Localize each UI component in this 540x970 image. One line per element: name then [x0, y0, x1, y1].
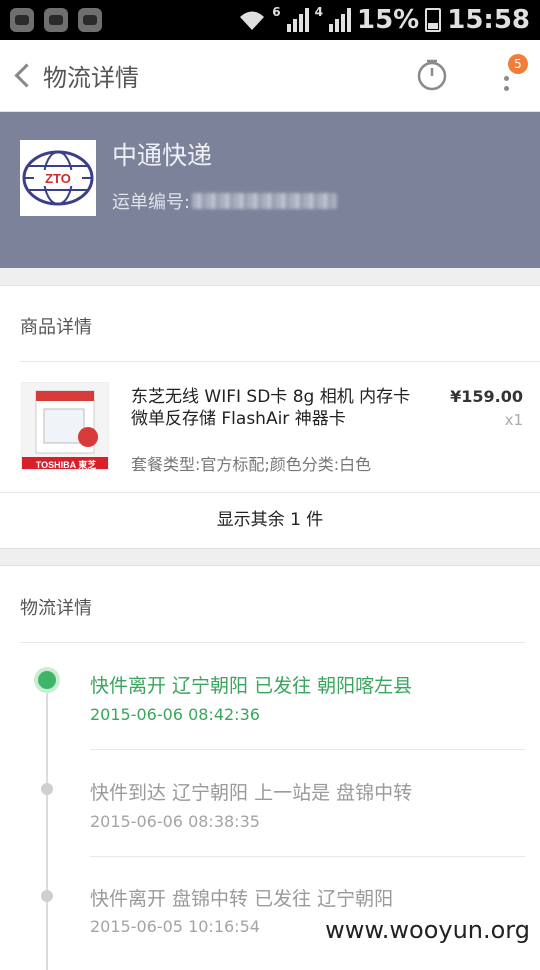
divider — [90, 749, 525, 750]
notification-icons — [10, 8, 102, 32]
thumb-brand: TOSHIBA 東芝 — [36, 459, 97, 470]
product-name[interactable]: 东芝无线 WIFI SD卡 8g 相机 内存卡 微单反存储 FlashAir 神… — [131, 386, 411, 430]
show-more-items-button[interactable]: 显示其余 1 件 — [0, 493, 540, 547]
courier-logo: ZTO — [20, 140, 96, 216]
timeline-dot — [41, 890, 53, 902]
battery-icon — [425, 8, 442, 32]
courier-name: 中通快递 — [112, 141, 213, 170]
wifi-icon — [240, 11, 265, 30]
battery-percent: 15% — [357, 5, 420, 35]
divider — [20, 361, 540, 362]
event-status: 快件到达 辽宁朝阳 上一站是 盘锦中转 — [90, 782, 413, 804]
signal-icon — [329, 8, 351, 32]
courier-card: ZTO 中通快递 运单编号: — [0, 112, 540, 268]
product-spec: 套餐类型:官方标配;颜色分类:白色 — [131, 455, 372, 474]
back-button[interactable]: 物流详情 — [0, 40, 139, 111]
tracking-number: 运单编号: — [112, 188, 338, 214]
timeline-dot-current — [38, 671, 56, 689]
clock: 15:58 — [447, 5, 530, 35]
timer-icon[interactable] — [415, 58, 449, 92]
divider — [20, 642, 525, 643]
status-bar: 6 4 15% 15:58 — [0, 0, 540, 40]
notification-badge: 5 — [508, 54, 528, 74]
event-time: 2015-06-06 08:42:36 — [90, 705, 260, 724]
more-menu-button[interactable]: 5 — [494, 54, 528, 98]
event-status: 快件离开 辽宁朝阳 已发往 朝阳喀左县 — [90, 675, 413, 697]
page-title: 物流详情 — [43, 64, 139, 92]
notification-app-icon — [10, 8, 34, 32]
back-arrow-icon — [14, 63, 39, 88]
app-bar: 物流详情 5 — [0, 40, 540, 112]
tracking-label: 运单编号: — [112, 192, 191, 213]
divider — [90, 856, 525, 857]
more-dot — [504, 86, 509, 91]
section-separator — [0, 548, 540, 566]
goods-section-title: 商品详情 — [20, 317, 92, 338]
logo-text: ZTO — [45, 171, 71, 186]
more-dot — [504, 76, 509, 81]
signal-icon — [286, 8, 309, 32]
product-thumbnail[interactable]: TOSHIBA 東芝 — [21, 382, 109, 470]
event-time: 2015-06-05 10:16:54 — [90, 917, 260, 936]
logistics-section-title: 物流详情 — [20, 598, 92, 619]
notification-app-icon — [44, 8, 68, 32]
signal-label: 6 — [272, 5, 281, 19]
section-separator — [0, 268, 540, 286]
image-notification-icon — [78, 8, 102, 32]
timeline-line — [46, 680, 48, 970]
zto-logo-icon: ZTO — [22, 150, 94, 206]
product-quantity: x1 — [504, 411, 523, 429]
product-price: ¥159.00 — [450, 387, 523, 406]
watermark: www.wooyun.org — [325, 916, 530, 944]
event-status: 快件离开 盘锦中转 已发往 辽宁朝阳 — [90, 888, 394, 910]
timeline-dot — [41, 783, 53, 795]
sd-card-image-icon: TOSHIBA 東芝 — [22, 383, 108, 470]
signal-label: 4 — [314, 5, 323, 19]
tracking-number-redacted — [192, 193, 338, 209]
event-time: 2015-06-06 08:38:35 — [90, 812, 260, 831]
